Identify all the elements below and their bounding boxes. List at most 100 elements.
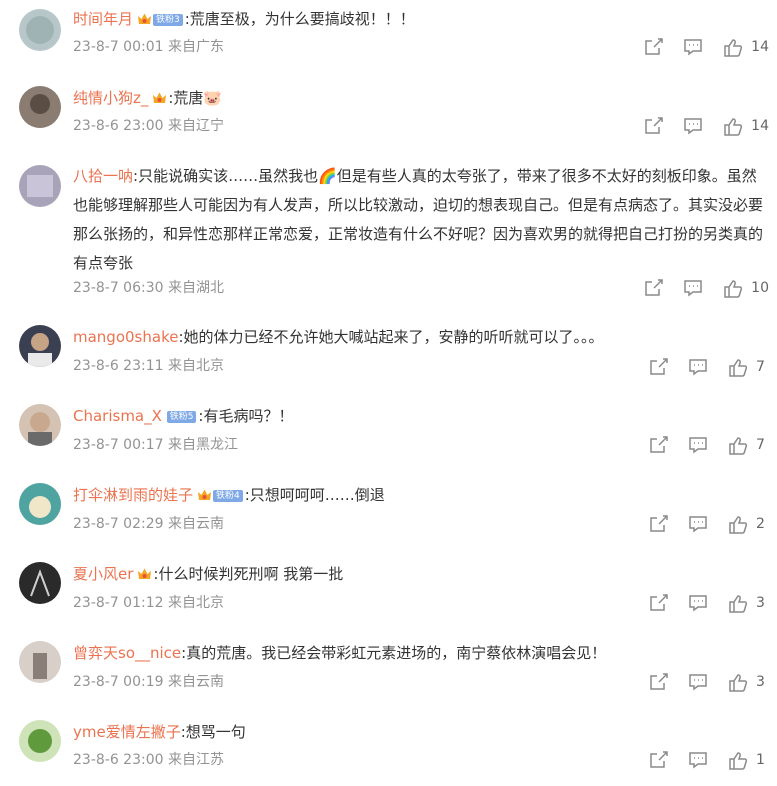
share-icon bbox=[645, 279, 663, 296]
thumbs-up-icon bbox=[729, 673, 748, 692]
thumbs-up-icon bbox=[729, 436, 748, 455]
comment-date: 23-8-7 02:29 bbox=[73, 516, 164, 532]
comment-icon bbox=[689, 516, 707, 533]
username[interactable]: yme爱情左撇子 bbox=[73, 723, 181, 741]
comment-actions: 2 bbox=[649, 513, 769, 535]
share-button[interactable] bbox=[649, 673, 668, 691]
thumbs-up-icon bbox=[729, 358, 748, 377]
comment-location: 来自广东 bbox=[167, 39, 224, 55]
crown-icon bbox=[198, 489, 212, 500]
username[interactable]: 曾弈天so__nice bbox=[73, 644, 181, 662]
comment-actions: 3 bbox=[649, 592, 769, 614]
like-button[interactable]: 2 bbox=[728, 515, 769, 534]
comment-icon bbox=[689, 752, 707, 769]
comment-text: :只想呵呵呵……倒退 bbox=[244, 486, 385, 504]
share-button[interactable] bbox=[649, 515, 668, 533]
username[interactable]: 八拾一呐 bbox=[73, 167, 133, 185]
comment-line: mango0shake:她的体力已经不允许她大喊站起来了，安静的听听就可以了。。… bbox=[73, 323, 604, 352]
comment-text: :有毛病吗？！ bbox=[198, 407, 294, 425]
share-icon bbox=[650, 515, 668, 532]
comment-meta: 23-8-7 01:12 来自北京 bbox=[73, 593, 224, 613]
like-button[interactable]: 7 bbox=[728, 436, 769, 455]
thumbs-up-icon bbox=[729, 515, 748, 534]
share-icon bbox=[650, 751, 668, 768]
username[interactable]: Charisma_X bbox=[73, 407, 162, 425]
username[interactable]: 时间年月 bbox=[73, 10, 133, 28]
reply-button[interactable] bbox=[688, 358, 708, 376]
avatar[interactable] bbox=[19, 641, 61, 683]
comment-icon bbox=[689, 595, 707, 612]
comment-location: 来自云南 bbox=[167, 674, 224, 690]
comment-location: 来自北京 bbox=[167, 358, 224, 374]
like-button[interactable]: 14 bbox=[723, 38, 769, 57]
like-count: 2 bbox=[756, 516, 765, 532]
comment-icon bbox=[684, 39, 702, 56]
reply-button[interactable] bbox=[688, 751, 708, 769]
comment-location: 来自湖北 bbox=[167, 280, 224, 296]
comment-date: 23-8-7 01:12 bbox=[73, 595, 164, 611]
reply-button[interactable] bbox=[688, 436, 708, 454]
comment-line: 纯情小狗z_:荒唐🐷 bbox=[73, 84, 222, 113]
comment-date: 23-8-7 06:30 bbox=[73, 280, 164, 296]
crown-icon bbox=[153, 92, 167, 103]
like-count: 7 bbox=[756, 359, 765, 375]
comment-location: 来自黑龙江 bbox=[167, 437, 238, 453]
like-button[interactable]: 7 bbox=[728, 358, 769, 377]
avatar[interactable] bbox=[19, 562, 61, 604]
share-button[interactable] bbox=[649, 594, 668, 612]
username[interactable]: 打伞淋到雨的娃子 bbox=[73, 486, 193, 504]
avatar[interactable] bbox=[19, 483, 61, 525]
reply-button[interactable] bbox=[688, 594, 708, 612]
crown-icon bbox=[138, 13, 152, 24]
like-count: 3 bbox=[756, 674, 765, 690]
comment-actions: 3 bbox=[649, 671, 769, 693]
comment-text: :只能说确实该……虽然我也🌈但是有些人真的太夸张了，带来了很多不太好的刻板印象。… bbox=[73, 167, 764, 272]
comment-meta: 23-8-6 23:11 来自北京 bbox=[73, 356, 224, 376]
avatar[interactable] bbox=[19, 86, 61, 128]
thumbs-up-icon bbox=[729, 594, 748, 613]
like-button[interactable]: 10 bbox=[723, 279, 769, 298]
comment-location: 来自辽宁 bbox=[167, 118, 224, 134]
comment-date: 23-8-7 00:19 bbox=[73, 674, 164, 690]
thumbs-up-icon bbox=[724, 279, 743, 298]
comment-location: 来自江苏 bbox=[167, 752, 224, 768]
like-button[interactable]: 3 bbox=[728, 594, 769, 613]
username[interactable]: mango0shake bbox=[73, 328, 178, 346]
comment-text: :想骂一句 bbox=[180, 723, 246, 741]
comment-line: 八拾一呐:只能说确实该……虽然我也🌈但是有些人真的太夸张了，带来了很多不太好的刻… bbox=[73, 162, 763, 278]
share-icon bbox=[650, 673, 668, 690]
share-icon bbox=[645, 38, 663, 55]
comment-actions: 7 bbox=[649, 434, 769, 456]
share-button[interactable] bbox=[649, 751, 668, 769]
reply-button[interactable] bbox=[683, 117, 703, 135]
avatar[interactable] bbox=[19, 325, 61, 367]
reply-button[interactable] bbox=[683, 38, 703, 56]
avatar[interactable] bbox=[19, 9, 61, 51]
comment-date: 23-8-7 00:01 bbox=[73, 39, 164, 55]
like-count: 10 bbox=[751, 280, 769, 296]
share-button[interactable] bbox=[644, 117, 663, 135]
reply-button[interactable] bbox=[688, 673, 708, 691]
comment-item: 时间年月 铁粉3:荒唐至极，为什么要搞歧视！！！ bbox=[0, 5, 777, 51]
avatar[interactable] bbox=[19, 165, 61, 207]
comment-meta: 23-8-6 23:00 来自江苏 bbox=[73, 750, 224, 770]
reply-button[interactable] bbox=[688, 515, 708, 533]
share-button[interactable] bbox=[649, 358, 668, 376]
like-button[interactable]: 3 bbox=[728, 673, 769, 692]
share-button[interactable] bbox=[649, 436, 668, 454]
share-button[interactable] bbox=[644, 38, 663, 56]
avatar[interactable] bbox=[19, 404, 61, 446]
comment-meta: 23-8-7 00:01 来自广东 bbox=[73, 37, 224, 57]
avatar[interactable] bbox=[19, 720, 61, 762]
username[interactable]: 纯情小狗z_ bbox=[73, 89, 148, 107]
share-button[interactable] bbox=[644, 279, 663, 297]
reply-button[interactable] bbox=[683, 279, 703, 297]
like-button[interactable]: 1 bbox=[728, 751, 769, 770]
username[interactable]: 夏小风er bbox=[73, 565, 133, 583]
fan-badge: 铁粉5 bbox=[166, 411, 197, 423]
like-button[interactable]: 14 bbox=[723, 117, 769, 136]
comment-text: :什么时候判死刑啊 我第一批 bbox=[153, 565, 344, 583]
comment-actions: 7 bbox=[649, 356, 769, 378]
comment-actions: 10 bbox=[644, 277, 769, 299]
comment-actions: 14 bbox=[644, 115, 769, 137]
